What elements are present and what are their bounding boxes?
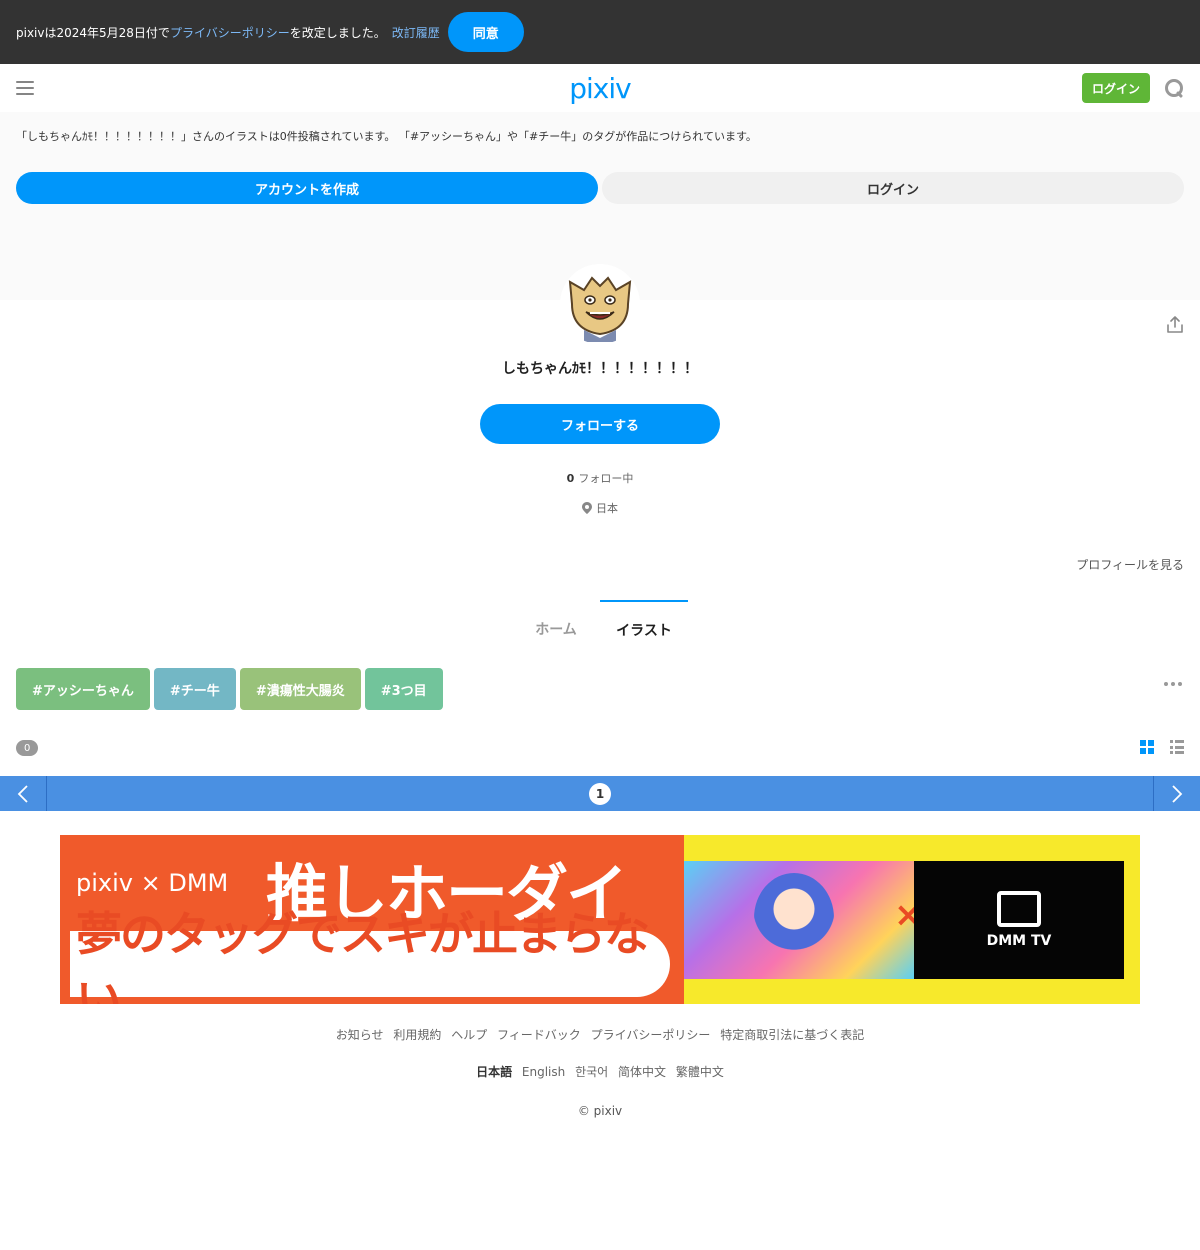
view-profile-link[interactable]: プロフィールを見る: [1076, 556, 1184, 573]
dmm-tv-label: DMM TV: [986, 933, 1052, 949]
lang-japanese[interactable]: 日本語: [476, 1065, 512, 1079]
privacy-policy-link[interactable]: プライバシーポリシー: [170, 24, 290, 41]
footer-link-commerce-law[interactable]: 特定商取引法に基づく表記: [720, 1028, 864, 1042]
location-text: 日本: [596, 502, 618, 515]
works-count-row: 0: [0, 720, 1200, 776]
header-login-button[interactable]: ログイン: [1081, 73, 1150, 103]
footer-link-feedback[interactable]: フィードバック: [497, 1028, 581, 1042]
avatar[interactable]: [560, 264, 640, 344]
profile-username: しもちゃんｶﾓ！！！！！！！！: [502, 361, 698, 377]
intro-login-button[interactable]: ログイン: [602, 172, 1184, 204]
banner-illustration: [684, 861, 914, 979]
header-actions: ログイン: [1081, 73, 1184, 103]
advertisement-banner[interactable]: pixiv × DMM 推しホーダイ 夢のタッグでスキが止まらない。 × DMM…: [60, 835, 1140, 1004]
next-page-icon[interactable]: [1153, 776, 1200, 811]
avatar-image: [560, 264, 640, 344]
language-selector: 日本語 English 한국어 简体中文 繁體中文: [0, 1063, 1200, 1080]
footer-links: お知らせ 利用規約 ヘルプ フィードバック プライバシーポリシー 特定商取引法に…: [0, 1026, 1200, 1043]
hamburger-menu-icon[interactable]: [16, 81, 34, 95]
site-header: pixiv ログイン: [0, 64, 1200, 112]
footer-link-help[interactable]: ヘルプ: [451, 1028, 487, 1042]
agree-button[interactable]: 同意: [447, 12, 524, 52]
tag-chigyu[interactable]: #チー牛: [153, 668, 236, 710]
following-count[interactable]: 0 フォロー中: [0, 470, 1200, 486]
tv-icon: [997, 891, 1041, 927]
profile-location: 日本: [0, 500, 1200, 516]
current-page[interactable]: 1: [589, 783, 611, 805]
tag-assy-chan[interactable]: #アッシーちゃん: [16, 668, 150, 710]
pixiv-logo[interactable]: pixiv: [569, 72, 631, 105]
footer-link-news[interactable]: お知らせ: [336, 1028, 384, 1042]
more-options-icon[interactable]: [1164, 682, 1182, 686]
grid-view-icon[interactable]: [1140, 740, 1154, 754]
follow-button[interactable]: フォローする: [480, 404, 720, 444]
profile-section: しもちゃんｶﾓ！！！！！！！！ フォローする 0 フォロー中 日本 プロフィールを…: [0, 264, 1200, 600]
copyright: © pixiv: [577, 1104, 623, 1118]
lang-english[interactable]: English: [522, 1065, 565, 1079]
create-account-button[interactable]: アカウントを作成: [16, 172, 598, 204]
signup-cta-row: アカウントを作成 ログイン: [16, 172, 1184, 204]
following-label: フォロー中: [578, 472, 634, 485]
tag-three-eyes[interactable]: #3つ目: [364, 668, 443, 710]
notice-suffix: を改定しました。: [289, 25, 386, 40]
tag-ulcerative-colitis[interactable]: #潰瘍性大腸炎: [239, 668, 361, 710]
pagination: 1: [0, 776, 1200, 811]
privacy-notice-text: pixivは2024年5月28日付で プライバシーポリシー を改定しました。 改…: [16, 24, 440, 41]
share-icon[interactable]: [1166, 316, 1184, 334]
notice-prefix: pixivは2024年5月28日付で: [16, 25, 170, 40]
tab-illustrations[interactable]: イラスト: [600, 600, 688, 658]
privacy-notice-bar: pixivは2024年5月28日付で プライバシーポリシー を改定しました。 改…: [0, 0, 1200, 64]
footer-link-terms[interactable]: 利用規約: [393, 1028, 441, 1042]
tab-home[interactable]: ホーム: [512, 600, 600, 658]
view-mode-toggle: [1140, 740, 1184, 754]
profile-tabs: ホーム イラスト: [0, 600, 1200, 658]
banner-right-panel: × DMM TV: [684, 835, 1140, 1004]
lang-traditional-chinese[interactable]: 繁體中文: [676, 1065, 724, 1079]
banner-subheadline: 夢のタッグでスキが止まらない。: [76, 907, 650, 1004]
banner-brand: pixiv × DMM: [76, 869, 229, 897]
banner-subheadline-wrap: 夢のタッグでスキが止まらない。: [70, 907, 670, 1004]
footer-link-privacy[interactable]: プライバシーポリシー: [591, 1028, 711, 1042]
intro-description: 「しもちゃんｶﾓ！！！！！！！！」さんのイラストは0件投稿されています。 「#ア…: [16, 130, 757, 143]
banner-left-panel: pixiv × DMM 推しホーダイ 夢のタッグでスキが止まらない。: [60, 835, 684, 1004]
search-icon[interactable]: [1164, 78, 1184, 98]
list-view-icon[interactable]: [1170, 740, 1184, 754]
lang-korean[interactable]: 한국어: [575, 1065, 608, 1079]
works-count-badge: 0: [16, 740, 39, 756]
dmm-tv-logo: DMM TV: [914, 861, 1124, 979]
location-pin-icon: [582, 502, 592, 514]
prev-page-icon[interactable]: [0, 776, 47, 811]
following-number: 0: [566, 472, 575, 485]
tag-list: #アッシーちゃん #チー牛 #潰瘍性大腸炎 #3つ目: [0, 658, 1200, 720]
revision-history-link[interactable]: 改訂履歴: [392, 24, 440, 41]
lang-simplified-chinese[interactable]: 简体中文: [618, 1065, 666, 1079]
